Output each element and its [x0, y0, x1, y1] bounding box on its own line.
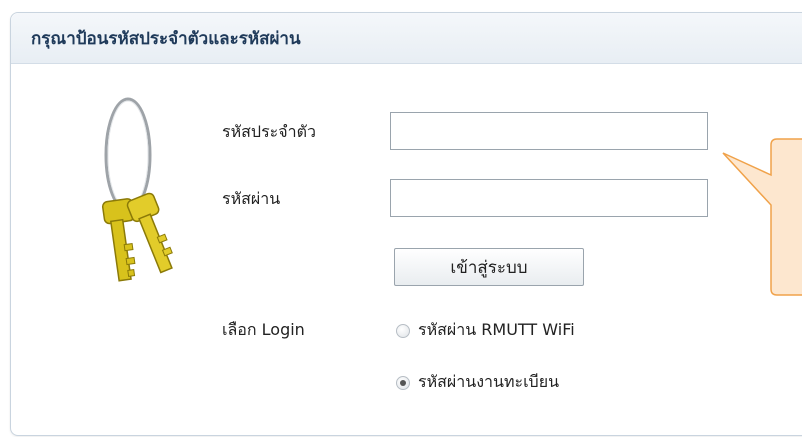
login-button[interactable]: เข้าสู่ระบบ — [394, 248, 584, 286]
radio-registration-icon[interactable] — [396, 375, 410, 390]
radio-wifi-icon[interactable] — [396, 323, 410, 338]
student-id-label: รหัสประจำตัว — [222, 122, 316, 141]
radio-wifi-label: รหัสผ่าน RMUTT WiFi — [418, 320, 575, 339]
radio-option-registration[interactable]: รหัสผ่านงานทะเบียน — [396, 370, 559, 395]
student-id-input[interactable] — [390, 112, 708, 150]
keys-icon — [101, 97, 173, 282]
login-type-label: เลือก Login — [222, 320, 305, 339]
radio-registration-label: รหัสผ่านงานทะเบียน — [418, 372, 560, 391]
panel-title: กรุณาป้อนรหัสประจำตัวและรหัสผ่าน — [11, 13, 802, 64]
password-input[interactable] — [390, 179, 708, 217]
radio-option-wifi[interactable]: รหัสผ่าน RMUTT WiFi — [396, 318, 575, 343]
tooltip-bubble — [722, 138, 802, 296]
password-label: รหัสผ่าน — [222, 189, 281, 208]
